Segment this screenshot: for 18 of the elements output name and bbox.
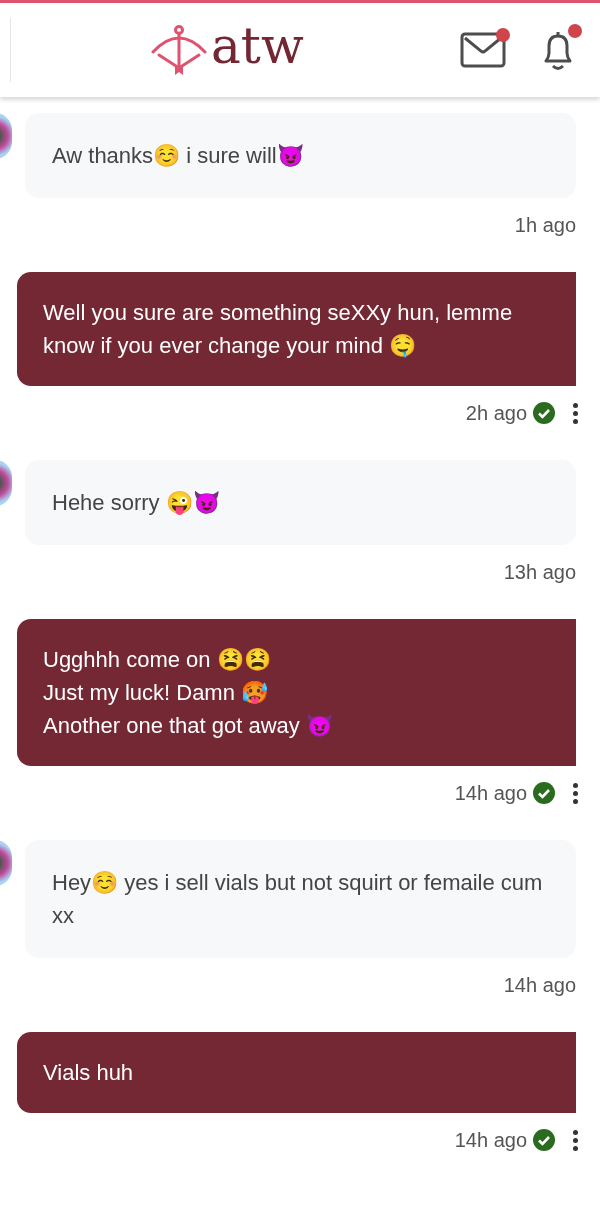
message-time: 14h ago (454, 1128, 527, 1153)
sent-message-bubble: Ugghhh come on 😫😫 Just my luck! Damn 🥵 Another one that got away 😈 (17, 619, 576, 766)
sent-message-bubble: Vials huh (17, 1032, 576, 1113)
sent-message-bubble: Well you sure are something seXXy hun, lemme know if you ever change your mind 🤤 (17, 272, 576, 386)
hanger-bow-logo-icon (151, 24, 207, 76)
logo-text: atw (211, 21, 304, 71)
received-message-bubble: Aw thanks☺ i sure will😈 (25, 113, 576, 198)
message-time: 1h ago (514, 213, 576, 238)
received-message-bubble: Hehe sorry 😜😈 (25, 460, 576, 545)
mail-icon (460, 32, 506, 68)
received-message-bubble: Hey☺ yes i sell vials but not squirt or femaile cum xx (25, 840, 576, 958)
more-options-button[interactable] (571, 402, 580, 424)
message-time: 13h ago (503, 560, 576, 585)
message-time: 14h ago (503, 973, 576, 998)
message-time: 2h ago (465, 401, 527, 426)
more-options-button[interactable] (571, 782, 580, 804)
message-time: 14h ago (454, 781, 527, 806)
more-options-button[interactable] (571, 1129, 580, 1151)
